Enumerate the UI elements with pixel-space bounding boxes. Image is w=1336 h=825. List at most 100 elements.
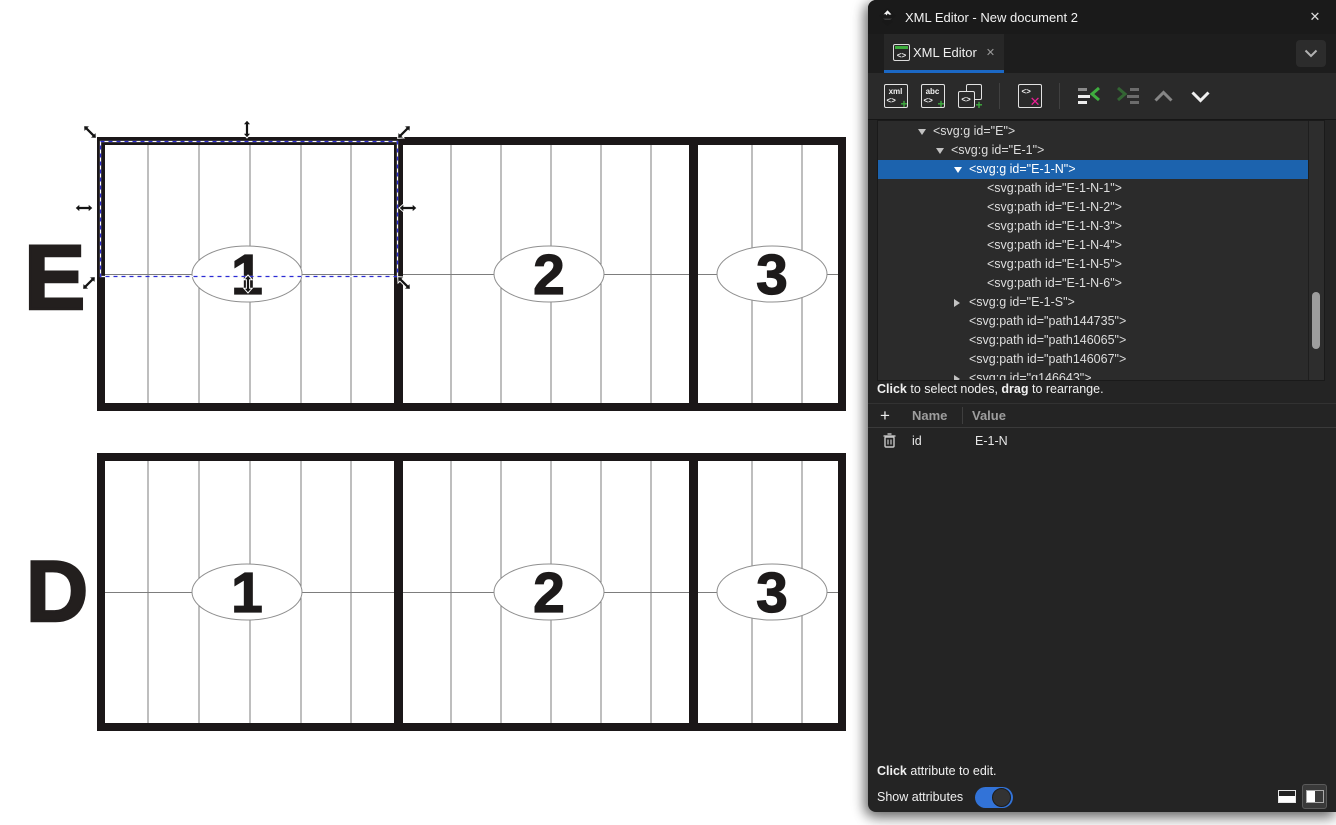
duplicate-node-button[interactable]: <> +	[956, 83, 983, 110]
attribute-row[interactable]: id E-1-N	[868, 428, 1336, 454]
tree-node[interactable]: <svg:path id="E-1-N-2">	[878, 198, 1308, 217]
move-node-up-button[interactable]	[1150, 83, 1177, 110]
show-attributes-label: Show attributes	[877, 790, 963, 804]
section-number: 1	[231, 561, 263, 625]
section-number: 3	[756, 561, 788, 625]
attribute-hint-text: Click attribute to edit.	[877, 764, 997, 778]
new-element-node-button[interactable]: xml <> +	[882, 83, 909, 110]
chevron-down-icon	[1304, 49, 1318, 58]
new-text-node-button[interactable]: abc <> +	[919, 83, 946, 110]
xml-toolbar: xml <> + abc <> + <> + <> ✕	[868, 73, 1336, 120]
tree-node-label: <svg:g id="E-1-N">	[969, 160, 1076, 179]
toolbar-separator	[999, 83, 1000, 109]
section-number: 3	[756, 243, 788, 307]
group-d-drawing[interactable]: 1 2 3 D	[26, 453, 842, 731]
tree-node-label: <svg:path id="E-1-N-6">	[987, 274, 1122, 293]
new-text-node-icon: abc <> +	[921, 84, 945, 108]
section-number: 2	[533, 561, 565, 625]
expand-arrow[interactable]	[954, 167, 969, 173]
layout-horizontal-panes-button[interactable]	[1274, 784, 1299, 809]
tree-node[interactable]: <svg:path id="path144735">	[878, 312, 1308, 331]
tree-node-label: <svg:path id="E-1-N-1">	[987, 179, 1122, 198]
xml-editor-dialog: XML Editor - New document 2 ✕ <> XML Edi…	[868, 0, 1336, 812]
trash-icon	[883, 433, 896, 448]
tree-node[interactable]: <svg:path id="path146067">	[878, 350, 1308, 369]
tree-node[interactable]: <svg:g id="E-1-S">	[878, 293, 1308, 312]
attr-column-separator	[962, 407, 963, 424]
tree-node[interactable]: <svg:g id="E">	[878, 122, 1308, 141]
tree-scrollbar-thumb[interactable]	[1312, 292, 1320, 349]
expand-arrow[interactable]	[936, 148, 951, 154]
xml-tree[interactable]: <svg:g id="E"><svg:g id="E-1"><svg:g id=…	[877, 120, 1325, 381]
group-e-drawing[interactable]: 1 2 3 E	[24, 137, 842, 411]
tab-label: XML Editor	[913, 45, 977, 60]
xml-editor-tab-icon: <>	[893, 44, 910, 61]
delete-node-icon: <> ✕	[1018, 84, 1042, 108]
tree-node-label: <svg:path id="E-1-N-3">	[987, 217, 1122, 236]
row-d-section-badges: 1 2 3	[192, 561, 827, 625]
canvas[interactable]: 1 2 3 E 1 2 3 D	[0, 0, 868, 820]
chevron-up-icon	[1153, 90, 1174, 103]
show-attributes-toggle[interactable]	[975, 787, 1013, 808]
tree-node-label: <svg:path id="E-1-N-4">	[987, 236, 1122, 255]
tree-node-label: <svg:g id="g146643">	[969, 369, 1092, 380]
toggle-knob	[992, 788, 1011, 807]
unindent-node-icon	[1078, 87, 1102, 105]
attribute-value[interactable]: E-1-N	[975, 434, 1008, 448]
duplicate-node-icon: <> +	[958, 84, 982, 108]
tree-hint-text: Click to select nodes, drag to rearrange…	[877, 382, 1104, 396]
vertical-split-icon	[1306, 790, 1324, 803]
tree-node-label: <svg:path id="path146065">	[969, 331, 1126, 350]
layout-vertical-panes-button[interactable]	[1302, 784, 1327, 809]
tree-node[interactable]: <svg:path id="E-1-N-6">	[878, 274, 1308, 293]
delete-attribute-button[interactable]	[883, 433, 896, 451]
tree-node-label: <svg:path id="path144735">	[969, 312, 1126, 331]
tree-node[interactable]: <svg:path id="path146065">	[878, 331, 1308, 350]
unindent-node-button[interactable]	[1076, 83, 1103, 110]
window-title: XML Editor - New document 2	[905, 10, 1078, 25]
row-e-label: E	[24, 227, 85, 329]
tab-close-icon[interactable]: ✕	[986, 46, 995, 59]
tree-node-label: <svg:path id="E-1-N-5">	[987, 255, 1122, 274]
panel-options-dropdown-button[interactable]	[1296, 40, 1326, 67]
tree-node-label: <svg:g id="E-1-S">	[969, 293, 1075, 312]
tree-node[interactable]: <svg:path id="E-1-N-5">	[878, 255, 1308, 274]
indent-node-button[interactable]	[1113, 83, 1140, 110]
tree-node-label: <svg:path id="path146067">	[969, 350, 1126, 369]
indent-node-icon	[1115, 87, 1139, 105]
add-attribute-button[interactable]: +	[868, 405, 902, 427]
tab-xml-editor[interactable]: <> XML Editor ✕	[884, 34, 1004, 73]
expand-arrow[interactable]	[954, 299, 969, 307]
tree-node[interactable]: <svg:g id="g146643">	[878, 369, 1308, 380]
tree-node[interactable]: <svg:path id="E-1-N-1">	[878, 179, 1308, 198]
tree-node[interactable]: <svg:g id="E-1">	[878, 141, 1308, 160]
row-d-label: D	[26, 544, 88, 640]
tree-scrollbar[interactable]	[1308, 121, 1324, 380]
window-close-button[interactable]: ✕	[1304, 9, 1326, 25]
attribute-name[interactable]: id	[912, 434, 922, 448]
expand-arrow[interactable]	[918, 129, 933, 135]
horizontal-split-icon	[1278, 790, 1296, 803]
row-e-section-badges: 1 2 3	[192, 243, 827, 307]
section-number: 2	[533, 243, 565, 307]
tree-node-label: <svg:g id="E">	[933, 122, 1015, 141]
attributes-rows: id E-1-N	[868, 428, 1336, 454]
toolbar-separator	[1059, 83, 1060, 109]
inkscape-logo-icon	[878, 8, 897, 26]
new-element-node-icon: xml <> +	[884, 84, 908, 108]
tree-node[interactable]: <svg:path id="E-1-N-4">	[878, 236, 1308, 255]
attr-name-header: Name	[912, 408, 947, 423]
delete-node-button[interactable]: <> ✕	[1016, 83, 1043, 110]
tab-bar: <> XML Editor ✕	[868, 34, 1336, 73]
expand-arrow[interactable]	[954, 375, 969, 381]
titlebar[interactable]: XML Editor - New document 2 ✕	[868, 0, 1336, 34]
attributes-header: + Name Value	[868, 403, 1336, 428]
move-node-down-button[interactable]	[1187, 83, 1214, 110]
tree-node[interactable]: <svg:g id="E-1-N">	[878, 160, 1308, 179]
section-number: 1	[231, 243, 263, 307]
tree-node[interactable]: <svg:path id="E-1-N-3">	[878, 217, 1308, 236]
xml-tree-rows: <svg:g id="E"><svg:g id="E-1"><svg:g id=…	[878, 122, 1308, 380]
attr-value-header: Value	[972, 408, 1006, 423]
tree-node-label: <svg:path id="E-1-N-2">	[987, 198, 1122, 217]
chevron-down-icon	[1190, 90, 1211, 103]
